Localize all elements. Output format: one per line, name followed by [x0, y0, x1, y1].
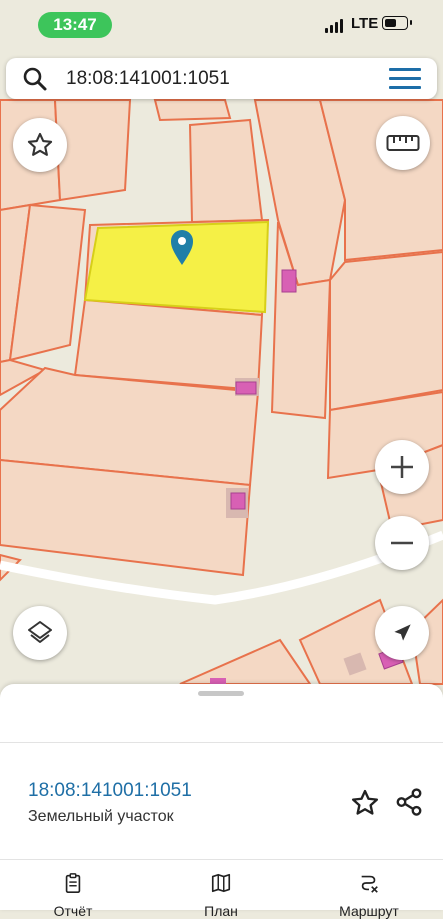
search-bar[interactable]: 18:08:141001:1051: [6, 58, 437, 99]
zoom-in-button[interactable]: [375, 440, 429, 494]
battery-icon: [382, 16, 412, 30]
tab-plan-label: План: [204, 903, 238, 919]
zoom-out-button[interactable]: [375, 516, 429, 570]
cadastral-number: 18:08:141001:1051: [28, 780, 192, 801]
network-label: LTE: [351, 15, 379, 32]
map-icon: [211, 873, 231, 893]
location-button[interactable]: [375, 606, 429, 660]
ruler-button[interactable]: [376, 116, 430, 170]
search-input[interactable]: 18:08:141001:1051: [66, 68, 230, 90]
clipboard-icon: [65, 873, 81, 893]
route-icon: [361, 875, 378, 893]
info-sheet[interactable]: 18:08:141001:1051 Земельный участок Отчё…: [0, 684, 443, 919]
tab-report[interactable]: Отчёт: [28, 872, 118, 919]
status-time: 13:47: [38, 12, 112, 38]
minus-icon: [391, 541, 413, 545]
layers-button[interactable]: [13, 606, 67, 660]
favorite-button[interactable]: [13, 118, 67, 172]
divider: [0, 742, 443, 743]
search-icon[interactable]: [22, 66, 48, 92]
navigation-arrow-icon: [394, 624, 411, 641]
tab-route[interactable]: Маршрут: [324, 872, 414, 919]
divider: [0, 859, 443, 860]
sheet-drag-handle[interactable]: [198, 691, 244, 696]
plus-icon: [391, 456, 413, 478]
tab-report-label: Отчёт: [53, 903, 93, 919]
star-icon[interactable]: [350, 788, 380, 818]
tab-route-label: Маршрут: [339, 903, 399, 919]
share-icon[interactable]: [394, 787, 424, 817]
layers-icon: [28, 621, 52, 643]
tab-plan[interactable]: План: [176, 872, 266, 919]
signal-icon: [325, 19, 343, 33]
status-bar: 13:47 LTE: [0, 0, 443, 50]
object-type: Земельный участок: [28, 808, 174, 825]
ruler-icon: [386, 135, 420, 151]
hamburger-menu-icon[interactable]: [389, 68, 421, 90]
star-icon: [27, 132, 53, 156]
